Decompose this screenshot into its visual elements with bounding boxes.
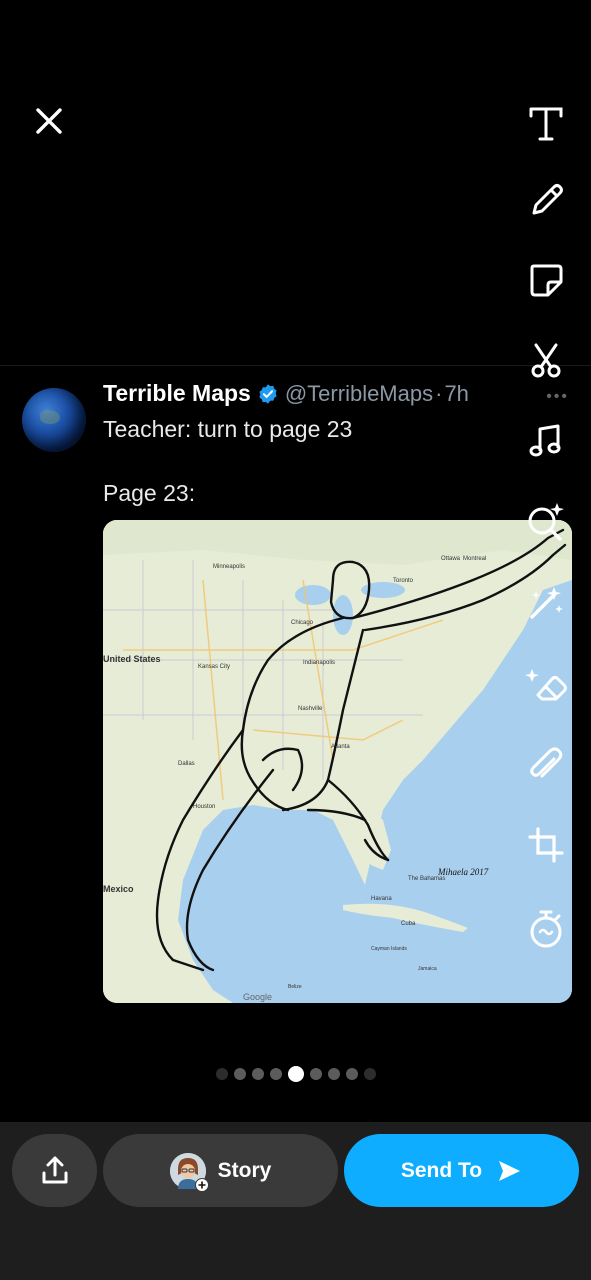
label-belize: Belize <box>288 984 302 990</box>
label-united-states: United States <box>103 654 161 664</box>
pen-tool-button[interactable] <box>521 176 571 226</box>
story-label: Story <box>217 1158 272 1182</box>
send-to-label: Send To <box>400 1158 483 1182</box>
bottom-action-bar: Story Send To <box>0 1122 591 1280</box>
more-tools-icon[interactable]: ••• <box>546 388 569 406</box>
timer-icon <box>530 910 562 948</box>
tweet-header: Terrible Maps @TerribleMaps · 7h <box>103 380 469 407</box>
text-tool-button[interactable] <box>521 98 571 148</box>
scissors-tool-button[interactable] <box>521 336 571 386</box>
page-dot <box>233 1068 246 1080</box>
label-ottawa: Ottawa <box>441 556 461 562</box>
content-divider <box>0 365 591 366</box>
author-handle: @TerribleMaps <box>284 380 434 406</box>
tweet-text-line-1: Teacher: turn to page 23 <box>103 416 353 442</box>
page-dot-active <box>287 1066 304 1082</box>
crop-tool-button[interactable] <box>521 820 571 870</box>
lens-tool-button[interactable] <box>521 496 571 546</box>
author-avatar <box>22 388 86 452</box>
share-upload-icon <box>42 1156 67 1183</box>
eraser-tool-button[interactable] <box>521 660 571 710</box>
share-button[interactable] <box>12 1134 97 1207</box>
label-mexico: Mexico <box>103 884 134 894</box>
label-toronto: Toronto <box>393 578 414 584</box>
close-icon <box>36 108 62 134</box>
tweet-time: 7h <box>444 380 469 406</box>
send-to-button[interactable]: Send To <box>344 1134 579 1207</box>
page-dot <box>251 1068 264 1080</box>
label-montreal: Montreal <box>463 556 486 562</box>
story-button[interactable]: Story <box>103 1134 338 1207</box>
page-dot <box>345 1068 358 1080</box>
timer-tool-button[interactable] <box>521 904 571 954</box>
label-indianapolis: Indianapolis <box>303 660 335 666</box>
label-chicago: Chicago <box>291 620 314 626</box>
lens-sparkle-icon <box>528 503 564 541</box>
label-havana: Havana <box>371 896 392 902</box>
label-houston: Houston <box>193 804 215 810</box>
eraser-sparkle-icon <box>525 669 567 701</box>
page-dot <box>327 1068 340 1080</box>
author-name: Terrible Maps <box>103 380 251 406</box>
meta-separator: · <box>435 380 443 406</box>
label-nashville: Nashville <box>298 706 323 712</box>
page-dot <box>269 1068 282 1080</box>
label-google: Google <box>243 992 272 1002</box>
sticker-tool-button[interactable] <box>521 255 571 305</box>
label-minneapolis: Minneapolis <box>213 564 245 570</box>
music-tool-button[interactable] <box>521 416 571 466</box>
attach-link-tool-button[interactable] <box>521 740 571 790</box>
verified-badge-icon <box>257 383 279 405</box>
label-jamaica: Jamaica <box>418 966 437 972</box>
send-arrow-icon <box>499 1160 521 1181</box>
magic-wand-icon <box>530 587 563 619</box>
add-icon <box>194 1177 209 1192</box>
scissors-icon <box>531 343 561 378</box>
close-button[interactable] <box>28 100 70 142</box>
magic-wand-tool-button[interactable] <box>521 578 571 628</box>
tweet-text-line-2: Page 23: <box>103 480 196 506</box>
label-cuba: Cuba <box>401 921 416 927</box>
label-cayman: Cayman Islands <box>371 946 407 952</box>
bitmoji-avatar <box>169 1152 209 1192</box>
text-icon <box>529 107 563 141</box>
page-indicator <box>0 1066 591 1082</box>
crop-icon <box>528 827 564 863</box>
sticker-icon <box>530 264 563 297</box>
map-signature: Mihaela 2017 <box>437 867 489 877</box>
page-dot <box>215 1068 228 1080</box>
pencil-icon <box>532 184 563 215</box>
page-dot <box>309 1068 322 1080</box>
label-kansas-city: Kansas City <box>198 664 230 670</box>
map-image: United States Mexico Cuba Kansas City Ch… <box>103 520 572 1003</box>
paperclip-icon <box>530 747 563 778</box>
label-dallas: Dallas <box>178 761 195 767</box>
page-dot <box>363 1068 376 1080</box>
music-note-icon <box>529 424 561 457</box>
